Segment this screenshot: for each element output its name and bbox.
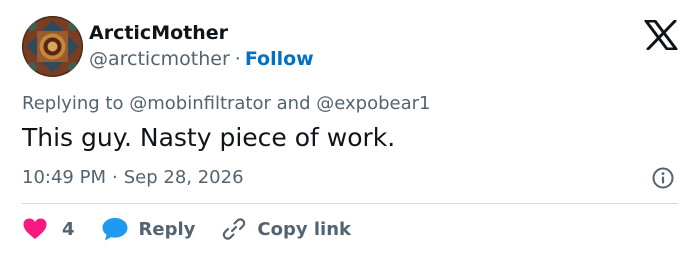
tweet-date: Sep 28, 2026 (123, 167, 244, 188)
avatar[interactable] (22, 16, 83, 77)
handle-separator: · (234, 48, 241, 70)
heart-icon (23, 218, 47, 239)
replying-to-prefix: Replying to (22, 93, 124, 114)
reply-bubble-icon (102, 218, 128, 241)
tweet-time: 10:49 PM (22, 167, 106, 188)
divider (22, 203, 678, 204)
action-bar: 4 Reply Copy link (22, 214, 351, 244)
mention-link-2[interactable]: @expobear1 (316, 93, 430, 114)
copy-link-button[interactable]: Copy link (221, 216, 351, 242)
replying-to: Replying to @mobinfiltrator and @expobea… (22, 93, 430, 114)
x-logo-icon[interactable] (644, 20, 678, 50)
link-icon (223, 218, 246, 240)
handle-row: @arcticmother · Follow (89, 48, 314, 70)
reply-label: Reply (138, 218, 196, 240)
info-icon[interactable] (651, 166, 675, 190)
follow-button[interactable]: Follow (245, 48, 314, 70)
tweet-card: ArcticMother @arcticmother · Follow Replyi… (0, 0, 700, 256)
like-count: 4 (62, 218, 75, 240)
like-button[interactable]: 4 (22, 217, 101, 241)
tweet-timestamp[interactable]: 10:49 PM · Sep 28, 2026 (22, 167, 244, 188)
mention-link-1[interactable]: @mobinfiltrator (129, 93, 271, 114)
reply-button[interactable]: Reply (101, 216, 222, 242)
display-name[interactable]: ArcticMother (89, 22, 228, 44)
copy-link-label: Copy link (257, 218, 351, 240)
replying-to-conjunction: and (276, 93, 311, 114)
avatar-mandala-image (22, 16, 83, 77)
meta-separator: · (111, 167, 118, 188)
user-handle[interactable]: @arcticmother (89, 48, 230, 70)
tweet-text: This guy. Nasty piece of work. (22, 123, 396, 152)
